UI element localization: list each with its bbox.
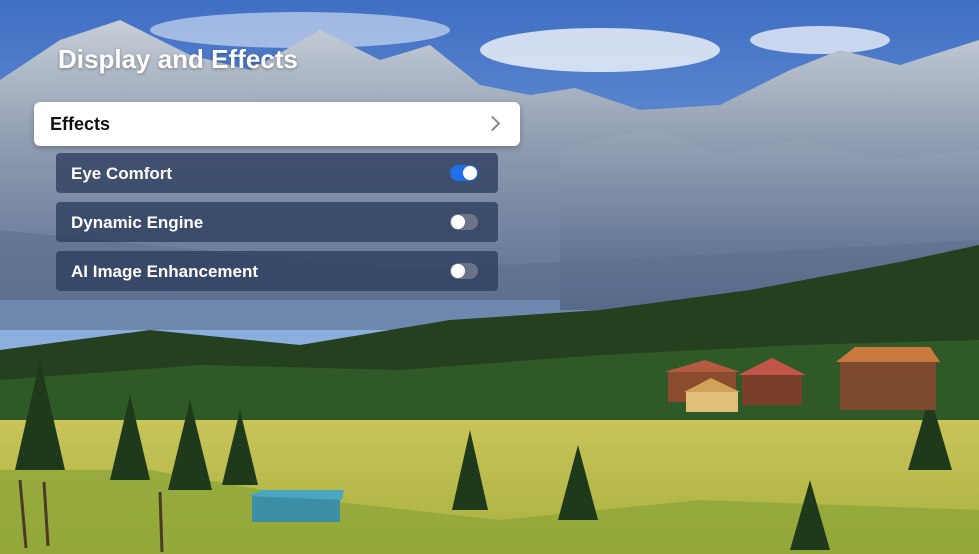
menu-item-eye-comfort[interactable]: Eye Comfort [56,153,498,193]
dynamic-engine-label: Dynamic Engine [71,213,204,232]
menu-item-ai-image-enhancement[interactable]: AI Image Enhancement [56,251,498,291]
toggle-knob [451,264,465,278]
display-and-effects-panel: Display and Effects Effects Eye Comfort … [0,0,979,554]
chevron-right-icon [484,115,501,132]
ai-image-enhancement-toggle[interactable] [450,263,478,279]
ai-image-enhancement-label: AI Image Enhancement [71,262,259,281]
eye-comfort-label: Eye Comfort [71,164,173,183]
eye-comfort-toggle[interactable] [450,165,478,181]
menu-item-effects[interactable]: Effects [34,102,520,146]
page-title: Display and Effects [58,44,298,74]
menu-item-dynamic-engine[interactable]: Dynamic Engine [56,202,498,242]
dynamic-engine-toggle[interactable] [450,214,478,230]
effects-label: Effects [50,114,111,134]
toggle-knob [451,215,465,229]
toggle-knob [463,166,477,180]
